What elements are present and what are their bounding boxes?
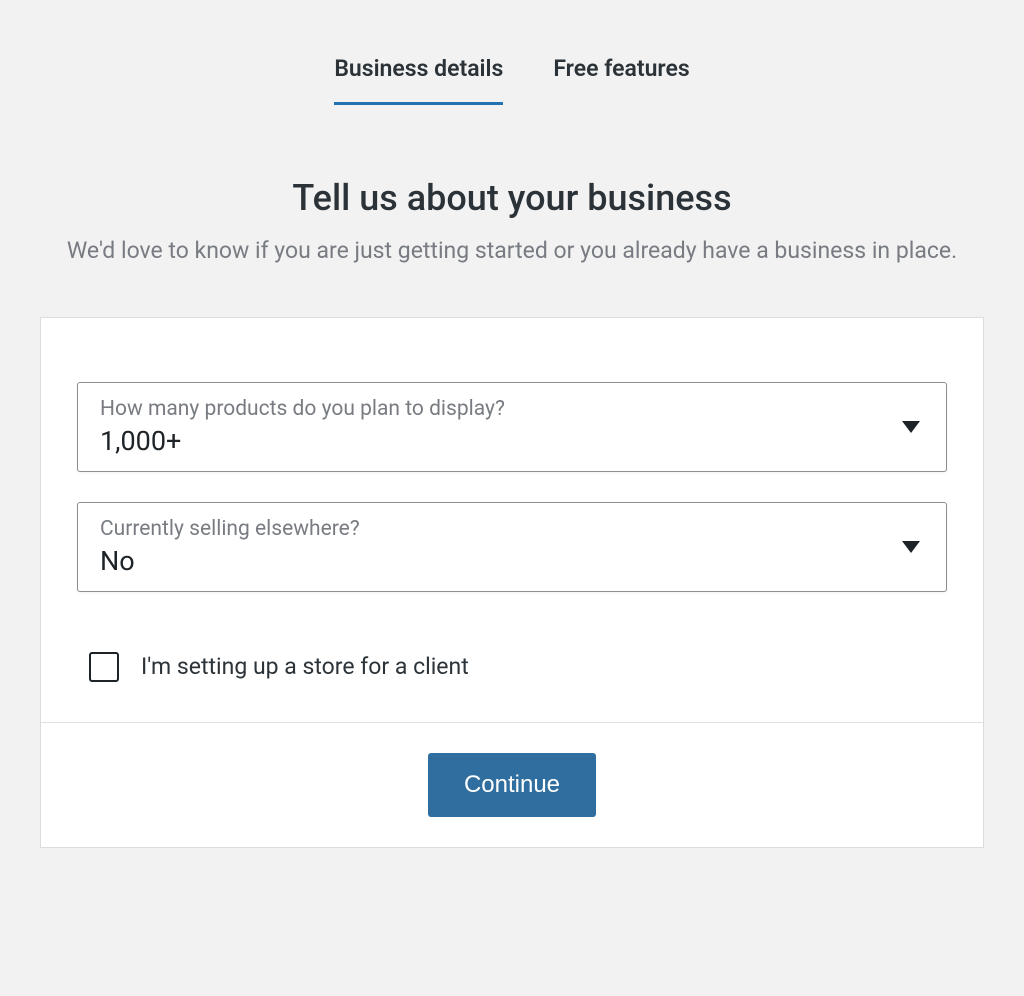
selling-elsewhere-label: Currently selling elsewhere? xyxy=(100,517,896,541)
page-subtitle: We'd love to know if you are just gettin… xyxy=(52,233,972,269)
business-details-card: How many products do you plan to display… xyxy=(40,317,984,848)
tab-business-details[interactable]: Business details xyxy=(334,55,503,105)
continue-button[interactable]: Continue xyxy=(428,753,596,817)
product-count-value: 1,000+ xyxy=(100,425,896,457)
selling-elsewhere-select[interactable]: Currently selling elsewhere? No xyxy=(77,502,947,592)
client-checkbox[interactable] xyxy=(89,652,119,682)
chevron-down-icon xyxy=(902,421,920,433)
product-count-label: How many products do you plan to display… xyxy=(100,397,896,421)
card-footer: Continue xyxy=(41,722,983,847)
client-checkbox-label: I'm setting up a store for a client xyxy=(141,653,469,680)
wizard-tabs: Business details Free features xyxy=(40,0,984,105)
page-title: Tell us about your business xyxy=(40,177,984,219)
chevron-down-icon xyxy=(902,541,920,553)
tab-free-features[interactable]: Free features xyxy=(553,55,689,105)
page-heading: Tell us about your business We'd love to… xyxy=(40,177,984,269)
client-checkbox-row: I'm setting up a store for a client xyxy=(77,652,947,682)
selling-elsewhere-value: No xyxy=(100,545,896,577)
product-count-select[interactable]: How many products do you plan to display… xyxy=(77,382,947,472)
